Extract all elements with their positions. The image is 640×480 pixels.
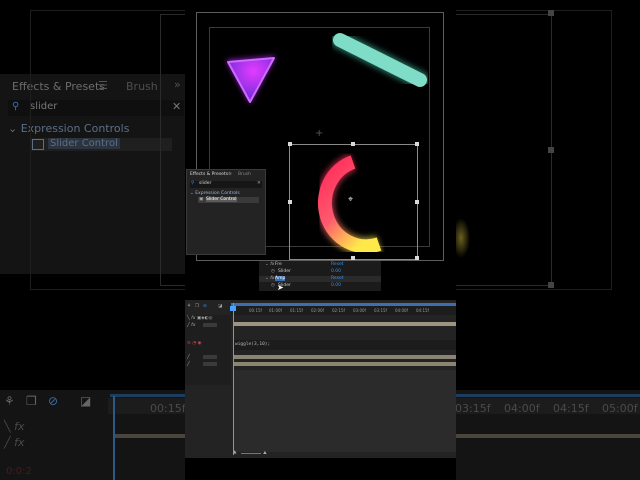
zoom-slider[interactable]: ▲ ⛰ (233, 450, 273, 456)
fx-switch[interactable]: ╱ fx (187, 323, 195, 328)
search-icon: ⚲ (191, 181, 195, 186)
effect-row[interactable]: ⌄ fx Amp Reset (259, 276, 381, 282)
stopwatch-icon[interactable]: ◷ (271, 269, 275, 274)
transform-handle[interactable] (288, 200, 292, 204)
tab-brush[interactable]: Brush (238, 172, 251, 177)
effect-properties: ⌄ fx Fre Reset ◷ Slider 0.00 ⌄ fx Amp Re… (259, 261, 381, 292)
tool-icon[interactable]: ❐ (195, 304, 199, 309)
effect-name-editing[interactable]: Amp (275, 276, 286, 281)
tool-icon[interactable]: ◪ (218, 304, 222, 309)
effects-presets-panel: Effects & Presets ≡ Brush ⚲ slider ✕ ⌄ E… (186, 169, 266, 255)
purple-triangle-shape[interactable] (218, 48, 288, 112)
ruler-label: 04:00f (395, 308, 408, 313)
playhead-marker[interactable] (230, 306, 236, 311)
fx-switch[interactable]: ╲ fx ▣◈◐◎ (187, 316, 212, 321)
foreground-view: + ⌖ Effects & Presets ≡ Brush ⚲ slider ✕… (185, 0, 456, 480)
bg-fx-label: ╱ fx (4, 436, 25, 449)
tab-effects-presets[interactable]: Effects & Presets (190, 172, 228, 177)
fx-icon[interactable]: ⌄ fx (265, 276, 274, 281)
ruler-label: 01:15f (290, 308, 303, 313)
bg-fx-label: ╲ fx (4, 420, 25, 433)
bg-tool-icon[interactable]: ⚘ (4, 394, 15, 408)
ruler-label: 03:00f (353, 308, 366, 313)
bg-tool-icon[interactable]: ❐ (26, 394, 37, 408)
transform-handle[interactable] (351, 142, 355, 146)
layer-bar[interactable] (233, 362, 456, 366)
bg-ruler-label: 04:00f (504, 402, 540, 415)
layer-bar[interactable] (233, 322, 456, 326)
playhead-line[interactable] (233, 303, 234, 455)
bg-handle (548, 10, 554, 16)
preset-icon: ▣ (199, 197, 204, 202)
bg-tool-icon[interactable]: ⊘ (48, 394, 58, 408)
ruler-label: 04:15f (416, 308, 429, 313)
expression-controls[interactable]: ≡ ◔ ◉ (187, 341, 201, 346)
tool-icon[interactable]: ⚘ (187, 304, 191, 309)
bg-timecode: 0:0:2 (6, 466, 32, 477)
timeline-toolbar: ⚘ ❐ ⊘ ◪ (185, 303, 231, 313)
transform-handle[interactable] (415, 200, 419, 204)
effect-name: Fre (275, 262, 282, 267)
bg-ruler-label: 00:15f (150, 402, 186, 415)
transform-handle[interactable] (415, 142, 419, 146)
fx-icon[interactable]: ⌄ fx (265, 262, 274, 267)
layer-swatch (203, 323, 217, 327)
bg-handle (548, 147, 554, 153)
empty-track-area[interactable] (233, 370, 456, 452)
ruler-label: 02:00f (311, 308, 324, 313)
bg-ruler-label: 05:00f (602, 402, 638, 415)
teal-bar-shape[interactable] (328, 26, 432, 92)
transform-handle[interactable] (415, 256, 419, 260)
zoom-track[interactable] (241, 453, 261, 454)
layer-swatch (203, 362, 217, 366)
ruler-label: 01:00f (269, 308, 282, 313)
property-value[interactable]: 0.00 (331, 283, 341, 288)
stopwatch-icon[interactable]: ◷ (271, 283, 275, 288)
effect-row[interactable]: ◷ Slider 0.00 (259, 269, 381, 275)
layer-selection-box[interactable] (289, 144, 418, 260)
clear-search-icon[interactable]: ✕ (257, 181, 261, 186)
bg-playhead[interactable] (113, 396, 115, 480)
tree-item-label: Slider Control (206, 197, 237, 202)
bg-ruler-label: 04:15f (553, 402, 589, 415)
ruler-label: 02:15f (332, 308, 345, 313)
search-input[interactable]: ⚲ slider ✕ (190, 181, 262, 188)
mouse-cursor-icon: ➤ (277, 283, 284, 292)
transform-handle[interactable] (288, 142, 292, 146)
property-name: Slider (278, 269, 291, 274)
effect-row[interactable]: ⌄ fx Fre Reset (259, 262, 381, 268)
expression-field[interactable]: wiggle(3,10); (233, 340, 456, 350)
ruler-label: 00:15f (249, 308, 262, 313)
comp-center-cross: + (315, 128, 324, 139)
layer-bar[interactable] (233, 355, 456, 359)
panel-menu-icon[interactable]: ≡ (228, 172, 232, 177)
fx-switch[interactable]: ╱ (187, 362, 190, 367)
layer-switches-column: ╲ fx ▣◈◐◎ ╱ fx ≡ ◔ ◉ ╱ ╱ (185, 315, 231, 385)
zoom-out-icon[interactable]: ▲ (233, 450, 236, 455)
bg-search-icon: ⚲ (12, 101, 20, 112)
tool-icon[interactable]: ⊘ (203, 304, 207, 309)
reset-link[interactable]: Reset (331, 276, 344, 281)
reset-link[interactable]: Reset (331, 262, 344, 267)
bg-ruler-label: 03:15f (455, 402, 491, 415)
transform-handle[interactable] (351, 256, 355, 260)
property-value[interactable]: 0.00 (331, 269, 341, 274)
fx-switch[interactable]: ╱ (187, 355, 190, 360)
bg-tool-icon[interactable]: ◪ (80, 394, 91, 408)
layer-swatch (203, 355, 217, 359)
tree-item-slider-control[interactable]: ▣ Slider Control (198, 197, 259, 203)
search-value: slider (199, 181, 212, 186)
anchor-point-icon[interactable]: ⌖ (348, 195, 353, 205)
tree-category-expression-controls[interactable]: ⌄ Expression Controls (190, 191, 240, 196)
bg-handle (548, 282, 554, 288)
ruler-label: 03:15f (374, 308, 387, 313)
zoom-in-icon[interactable]: ⛰ (263, 450, 267, 456)
expression-text[interactable]: wiggle(3,10); (235, 342, 270, 347)
timeline-panel: ⚘ ❐ ⊘ ◪ 00:15f 01:00f 01:15f 02:00f 02:1… (185, 300, 456, 458)
